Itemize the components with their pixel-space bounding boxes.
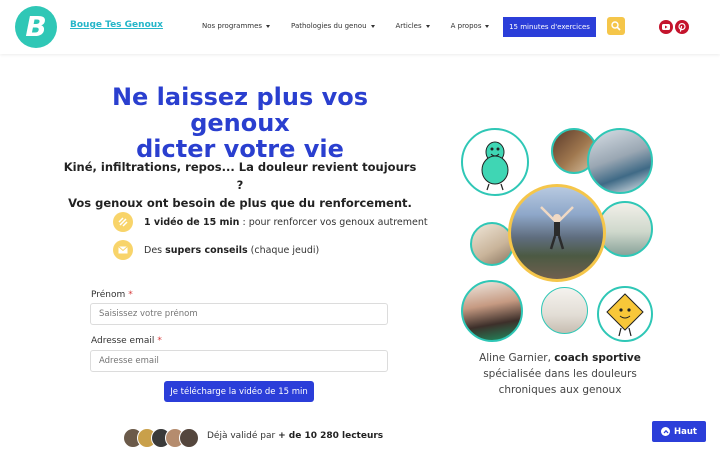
back-to-top-button[interactable]: Haut: [652, 421, 706, 442]
reader-avatars: [123, 428, 199, 448]
search-button[interactable]: [607, 17, 625, 35]
bullet-bold: supers conseils: [165, 244, 248, 256]
firstname-label: Prénom *: [91, 290, 133, 300]
back-to-top-label: Haut: [674, 426, 697, 437]
photo-circle: [541, 287, 588, 334]
brand-link[interactable]: Bouge Tes Genoux: [70, 20, 163, 30]
bullet-pre: Des: [144, 244, 166, 256]
nav-label: Articles: [395, 22, 422, 30]
social-proof-count: + de 10 280 lecteurs: [278, 431, 384, 441]
bullet-text: Des supers conseils (chaque jeudi): [144, 245, 319, 256]
mascot-illustration: [606, 293, 644, 337]
chevron-down-icon: [425, 24, 430, 28]
coach-title: coach sportive: [554, 352, 641, 364]
bullet-bold: 1 vidéo de 15 min: [144, 216, 240, 228]
required-mark: *: [157, 336, 162, 346]
pinterest-icon: [678, 22, 686, 32]
firstname-label-text: Prénom: [91, 290, 126, 300]
bullet-text: 1 vidéo de 15 min : pour renforcer vos g…: [144, 217, 428, 228]
mascot-illustration: [481, 141, 509, 191]
pinterest-button[interactable]: [675, 20, 689, 34]
nav-label: A propos: [450, 22, 482, 30]
mascot-circle: [461, 128, 529, 196]
bullet-rest: : pour renforcer vos genoux autrement: [239, 216, 428, 228]
bullet-video: 1 vidéo de 15 min : pour renforcer vos g…: [113, 212, 428, 232]
coach-caption-line1: Aline Garnier, coach sportive: [470, 350, 650, 366]
sign-mascot-circle: [597, 286, 653, 342]
bullet-rest: (chaque jeudi): [247, 244, 320, 256]
nav-label: Nos programmes: [202, 22, 263, 30]
photo-circle: [461, 280, 523, 342]
social-proof: Déjà validé par + de 10 280 lecteurs: [207, 431, 383, 441]
email-label-text: Adresse email: [91, 336, 155, 346]
search-icon: [611, 21, 621, 31]
hero-title-line1: Ne laissez plus vos genoux: [111, 83, 369, 137]
chevron-down-icon: [370, 24, 375, 28]
cta-button[interactable]: 15 minutes d'exercices: [503, 17, 596, 37]
hero-subtitle: Kiné, infiltrations, repos... La douleur…: [60, 158, 420, 212]
hero-subtitle-line2: Vos genoux ont besoin de plus que du ren…: [68, 196, 412, 210]
email-input[interactable]: [90, 350, 388, 372]
coach-caption-line2: spécialisée dans les douleurs: [483, 368, 637, 380]
site-logo[interactable]: B: [15, 6, 57, 48]
social-proof-prefix: Déjà validé par: [207, 431, 279, 441]
arrow-up-icon: [661, 427, 671, 436]
nav-item-apropos[interactable]: A propos: [451, 22, 490, 30]
nav-label: Pathologies du genou: [291, 22, 367, 30]
nav-item-programmes[interactable]: Nos programmes: [202, 22, 271, 30]
coach-name: Aline Garnier,: [479, 352, 555, 364]
mail-icon: [113, 240, 133, 260]
site-header: B Bouge Tes Genoux Nos programmes Pathol…: [0, 0, 720, 54]
hero-title: Ne laissez plus vos genoux dicter votre …: [60, 84, 420, 162]
youtube-button[interactable]: [659, 20, 673, 34]
coach-figure: [540, 206, 574, 250]
nav-item-pathologies[interactable]: Pathologies du genou: [291, 22, 375, 30]
main-nav: Nos programmes Pathologies du genou Arti…: [202, 22, 490, 30]
nav-item-articles[interactable]: Articles: [396, 22, 430, 30]
photo-circle: [587, 128, 653, 194]
hero-subtitle-line1: Kiné, infiltrations, repos... La douleur…: [63, 160, 417, 192]
coach-photo-circle: [508, 184, 606, 282]
page: B Bouge Tes Genoux Nos programmes Pathol…: [0, 0, 720, 450]
dumbbell-icon: [113, 212, 133, 232]
avatar: [179, 428, 199, 448]
email-label: Adresse email *: [91, 336, 162, 346]
required-mark: *: [128, 290, 133, 300]
chevron-down-icon: [485, 24, 490, 28]
submit-button[interactable]: Je télécharge la vidéo de 15 min: [164, 381, 314, 402]
firstname-input[interactable]: [90, 303, 388, 325]
coach-caption: Aline Garnier, coach sportive spécialisé…: [470, 350, 650, 398]
logo-letter: B: [25, 10, 47, 43]
bullet-tips: Des supers conseils (chaque jeudi): [113, 240, 319, 260]
coach-caption-line3: chroniques aux genoux: [498, 384, 622, 396]
chevron-down-icon: [266, 24, 271, 28]
youtube-icon: [662, 24, 670, 30]
